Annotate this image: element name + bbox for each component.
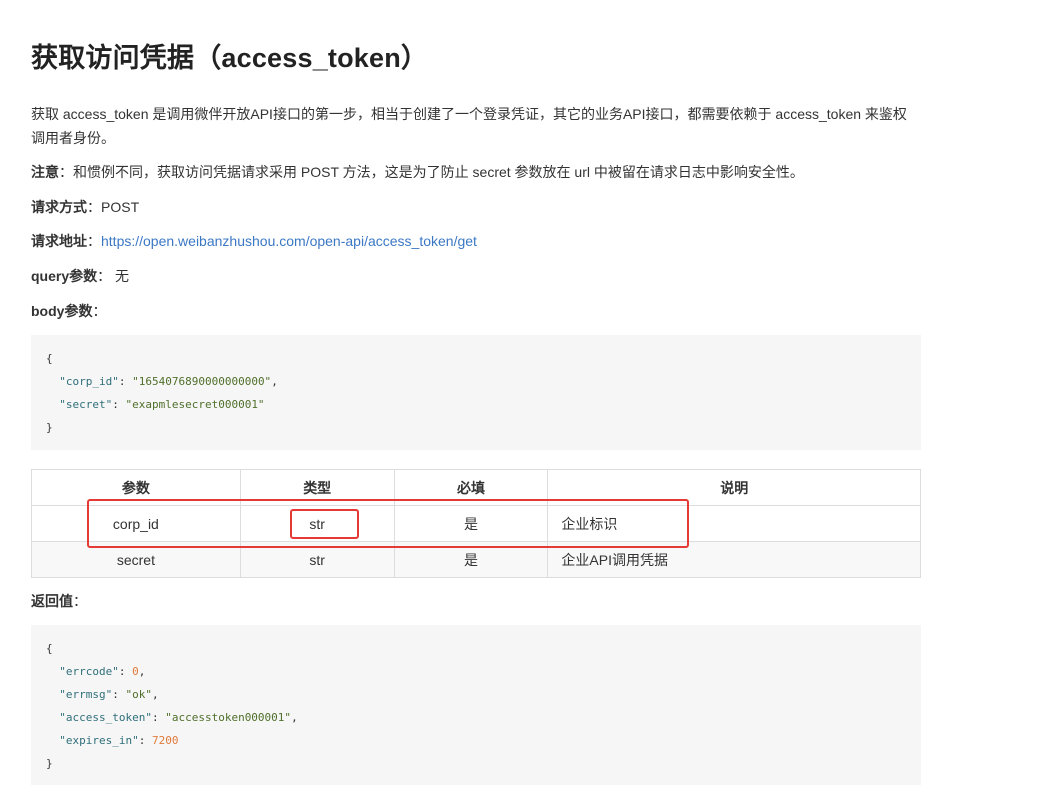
code-line: "access_token": "accesstoken000001", — [59, 711, 298, 724]
note-paragraph: 注意：和惯例不同，获取访问凭据请求采用 POST 方法，这是为了防止 secre… — [31, 160, 804, 184]
code-line: "secret": "exapmlesecret000001" — [59, 398, 265, 411]
body-params-label: body参数 — [31, 303, 93, 319]
return-value: 返回值： — [31, 589, 87, 613]
code-line: } — [46, 757, 53, 770]
body-params-value: ： — [92, 303, 107, 319]
code-line: { — [46, 642, 53, 655]
query-params-label: query参数 — [31, 268, 98, 284]
query-params-value: ： 无 — [97, 268, 130, 284]
return-value-label: 返回值 — [31, 593, 73, 609]
highlight-box-type — [290, 509, 359, 539]
code-line: "errcode": 0, — [59, 665, 146, 678]
code-line: "expires_in": 7200 — [59, 734, 179, 747]
request-url-link[interactable]: https://open.weibanzhushou.com/open-api/… — [101, 233, 477, 249]
request-url-label: 请求地址 — [31, 233, 87, 249]
code-line: { — [46, 352, 53, 365]
note-text: ：和惯例不同，获取访问凭据请求采用 POST 方法，这是为了防止 secret … — [59, 164, 804, 180]
code-line: "errmsg": "ok", — [59, 688, 159, 701]
page-title: 获取访问凭据（access_token） — [31, 43, 429, 73]
code-line: "corp_id": "1654076890000000000", — [59, 375, 278, 388]
body-code-block: { "corp_id": "1654076890000000000", "sec… — [31, 335, 921, 450]
note-label: 注意 — [31, 164, 59, 180]
request-method: 请求方式：POST — [31, 195, 139, 219]
request-url-sep: ： — [87, 233, 101, 249]
request-method-value: ：POST — [87, 199, 140, 215]
request-url: 请求地址：https://open.weibanzhushou.com/open… — [31, 229, 477, 253]
query-params: query参数： 无 — [31, 264, 129, 288]
body-params: body参数： — [31, 299, 106, 323]
highlight-box-row — [87, 499, 689, 548]
intro-paragraph: 获取 access_token 是调用微伴开放API接口的第一步，相当于创建了一… — [31, 106, 907, 146]
request-method-label: 请求方式 — [31, 199, 87, 215]
return-code-block: { "errcode": 0, "errmsg": "ok", "access_… — [31, 625, 921, 785]
code-line: } — [46, 421, 53, 434]
return-value-sep: ： — [73, 593, 87, 609]
